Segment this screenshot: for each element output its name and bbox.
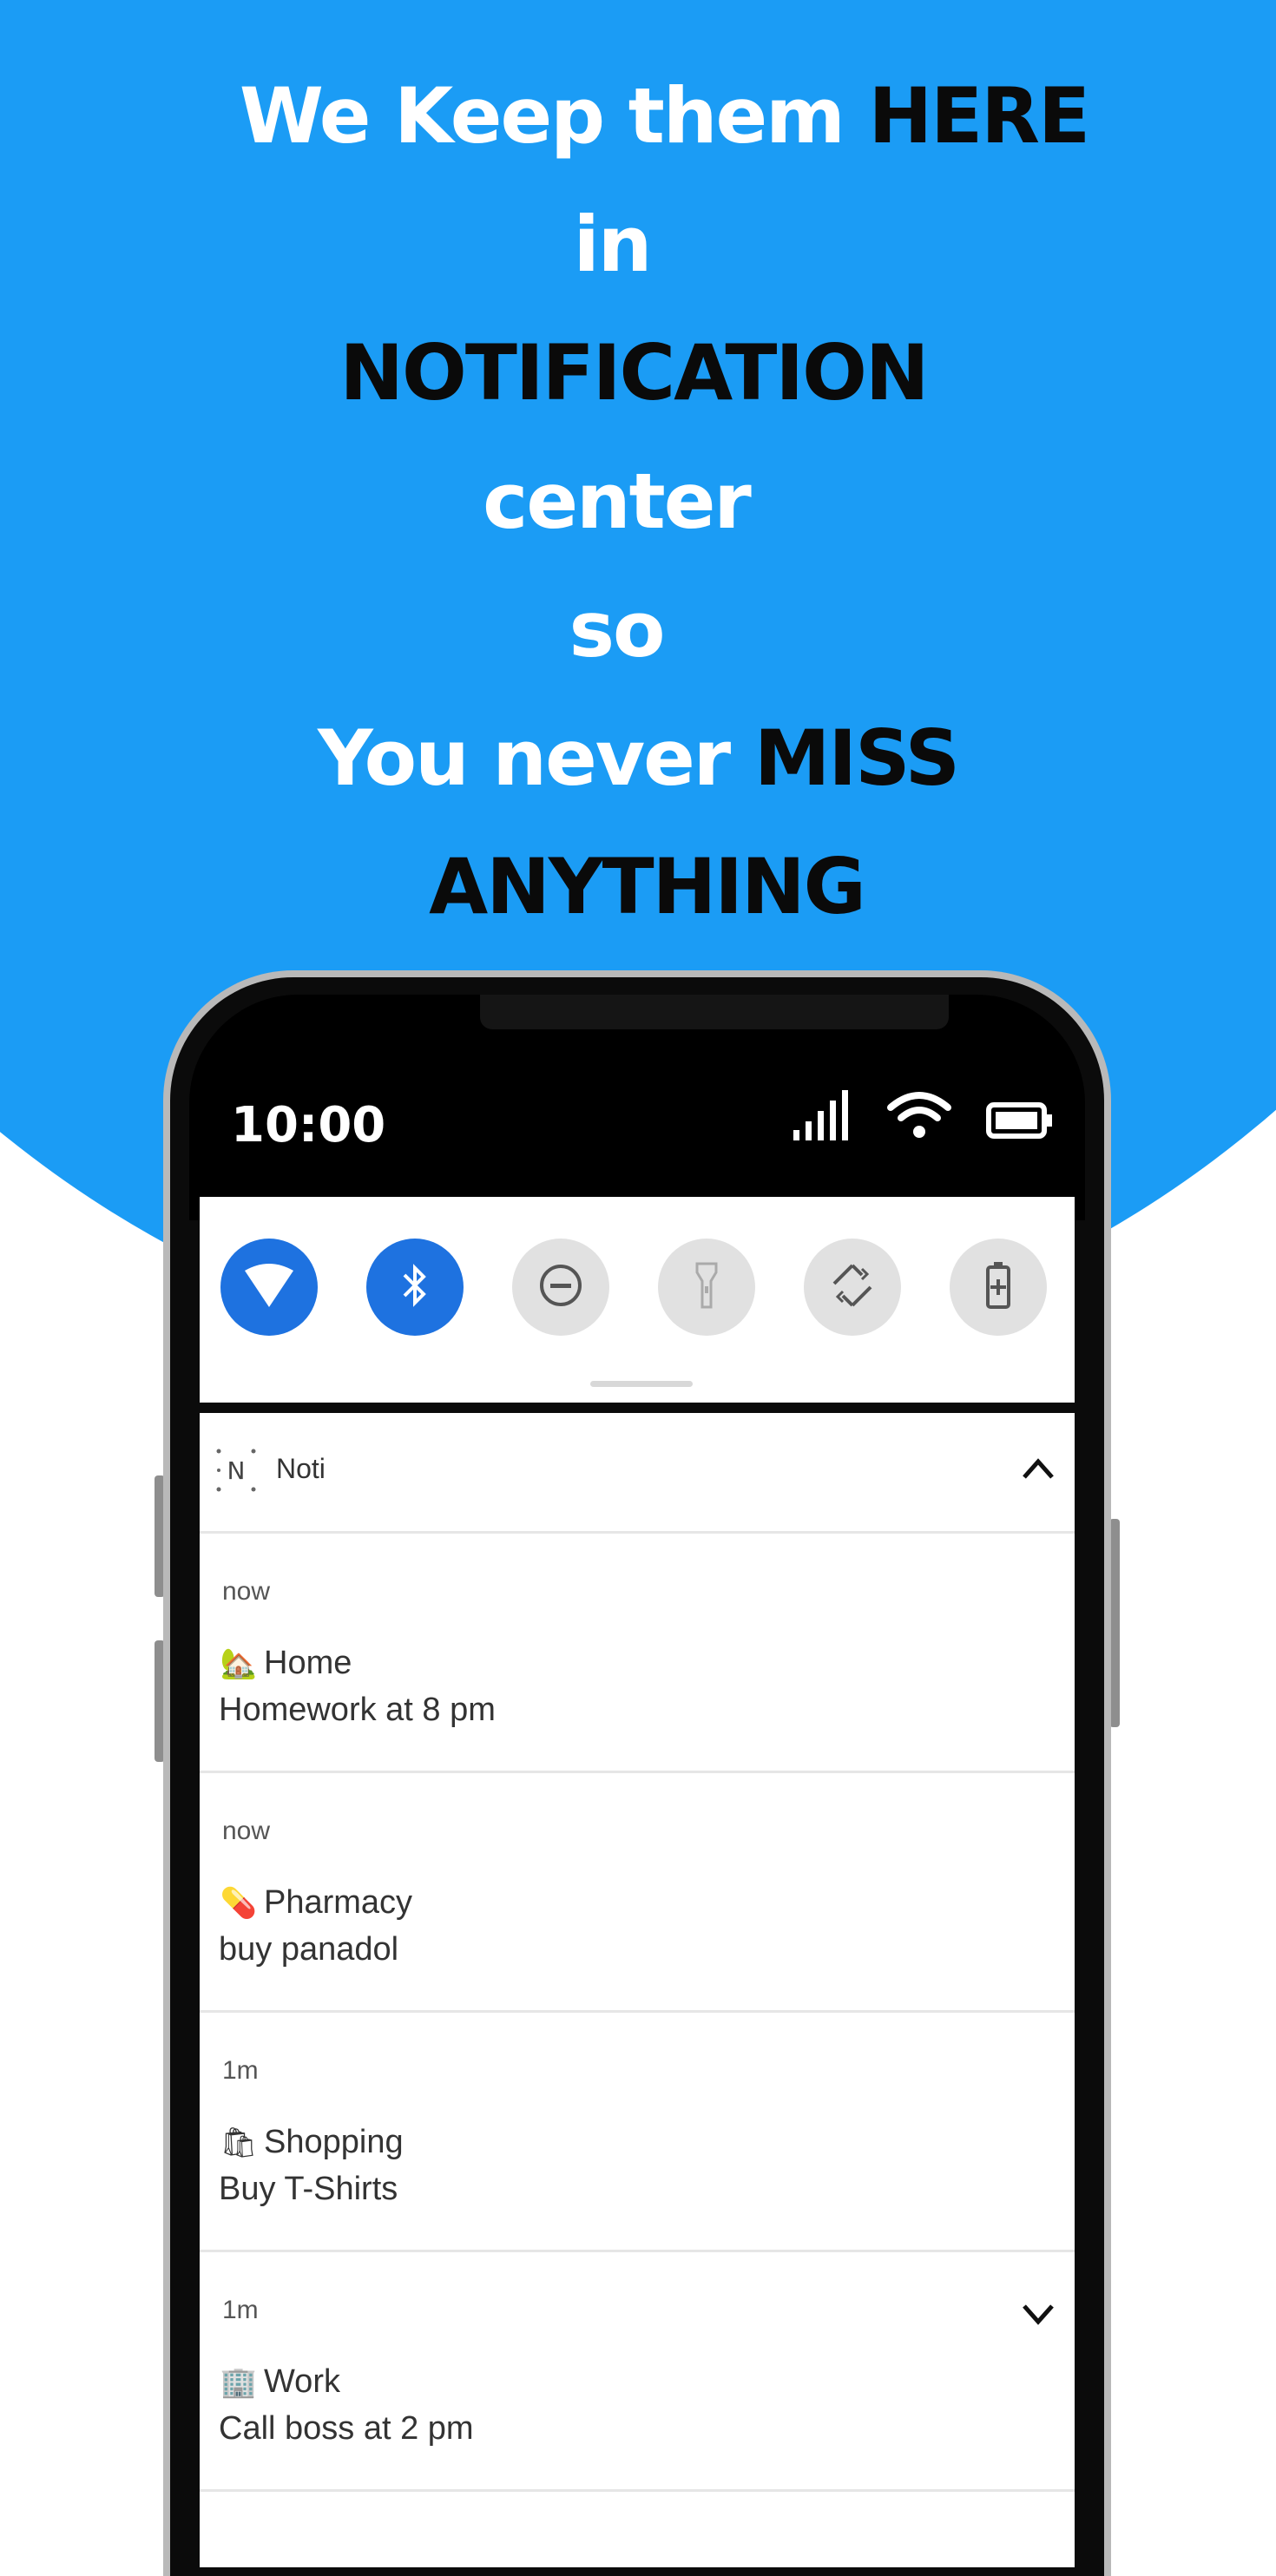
wifi-icon <box>887 1090 951 1144</box>
notification-time: 1m <box>222 2056 259 2085</box>
battery-saver-toggle[interactable] <box>950 1239 1047 1336</box>
notification-body: buy panadol <box>219 1931 399 1968</box>
notification-time: now <box>222 1577 271 1606</box>
auto-rotate-toggle[interactable] <box>804 1239 901 1336</box>
app-name: Noti <box>276 1453 326 1484</box>
do-not-disturb-toggle[interactable] <box>512 1239 609 1336</box>
headline-line-5: so <box>569 585 666 674</box>
notification-item[interactable]: 1m 🏢 Work Call boss at 2 pm <box>200 2252 1075 2492</box>
notification-time: now <box>222 1817 271 1845</box>
phone-bezel: 10:00 N Noti now 🏡 Home Homework at 8 pm… <box>170 977 1104 2576</box>
chevron-up-icon[interactable] <box>1019 1451 1057 1489</box>
notification-title: 🛍 Shopping <box>220 2124 404 2160</box>
flashlight-icon <box>694 1260 720 1314</box>
office-building-icon: 🏢 <box>220 2365 258 2399</box>
bluetooth-icon <box>399 1261 431 1313</box>
rotate-icon <box>827 1260 878 1314</box>
notification-time: 1m <box>222 2296 259 2324</box>
quick-settings-panel <box>200 1197 1075 1403</box>
flashlight-toggle[interactable] <box>658 1239 755 1336</box>
do-not-disturb-icon <box>537 1262 584 1312</box>
headline-line-1: We Keep them HERE <box>239 71 1090 161</box>
notification-item[interactable]: now 🏡 Home Homework at 8 pm <box>200 1534 1075 1773</box>
phone-notch <box>480 995 949 1029</box>
notification-item[interactable]: now 💊 Pharmacy buy panadol <box>200 1773 1075 2013</box>
notification-title: 💊 Pharmacy <box>220 1884 413 1921</box>
status-bar: 10:00 <box>189 995 1085 1220</box>
notification-item[interactable]: 1m 🛍 Shopping Buy T-Shirts <box>200 2013 1075 2252</box>
phone-frame: 10:00 N Noti now 🏡 Home Homework at 8 pm… <box>163 970 1111 2576</box>
headline-line-7: ANYTHING <box>429 842 866 931</box>
signal-icon <box>792 1090 852 1144</box>
shopping-bags-icon: 🛍 <box>220 2126 258 2159</box>
chevron-down-icon[interactable] <box>1019 2294 1057 2332</box>
notification-title: 🏢 Work <box>220 2363 340 2400</box>
wifi-toggle[interactable] <box>220 1239 318 1336</box>
promo-headline: We Keep them HERE in NOTIFICATION center… <box>0 52 1276 951</box>
panel-divider <box>200 1403 1075 1413</box>
noti-app-logo-icon: N <box>215 1448 257 1499</box>
quick-settings-row <box>220 1239 1047 1336</box>
svg-text:N: N <box>227 1456 246 1485</box>
house-icon: 🏡 <box>220 1646 258 1680</box>
headline-line-2: in <box>573 200 653 289</box>
notification-body: Call boss at 2 pm <box>219 2410 474 2447</box>
pill-icon: 💊 <box>220 1886 258 1920</box>
bluetooth-toggle[interactable] <box>366 1239 464 1336</box>
wifi-icon <box>243 1262 295 1312</box>
notification-list: N Noti now 🏡 Home Homework at 8 pm now 💊 <box>200 1413 1075 2567</box>
status-icons <box>792 1090 1054 1144</box>
notification-body: Buy T-Shirts <box>219 2171 398 2207</box>
status-time: 10:00 <box>231 1097 386 1153</box>
battery-saver-icon <box>984 1260 1012 1314</box>
headline-line-6: You never MISS <box>318 713 960 803</box>
notification-body: Homework at 8 pm <box>219 1692 496 1728</box>
headline-line-3: NOTIFICATION <box>339 328 929 417</box>
notification-title: 🏡 Home <box>220 1645 352 1681</box>
headline-line-4: center <box>483 457 752 546</box>
panel-drag-handle[interactable] <box>590 1381 693 1387</box>
notification-group-header[interactable]: N Noti <box>200 1413 1075 1534</box>
battery-icon <box>986 1102 1054 1144</box>
